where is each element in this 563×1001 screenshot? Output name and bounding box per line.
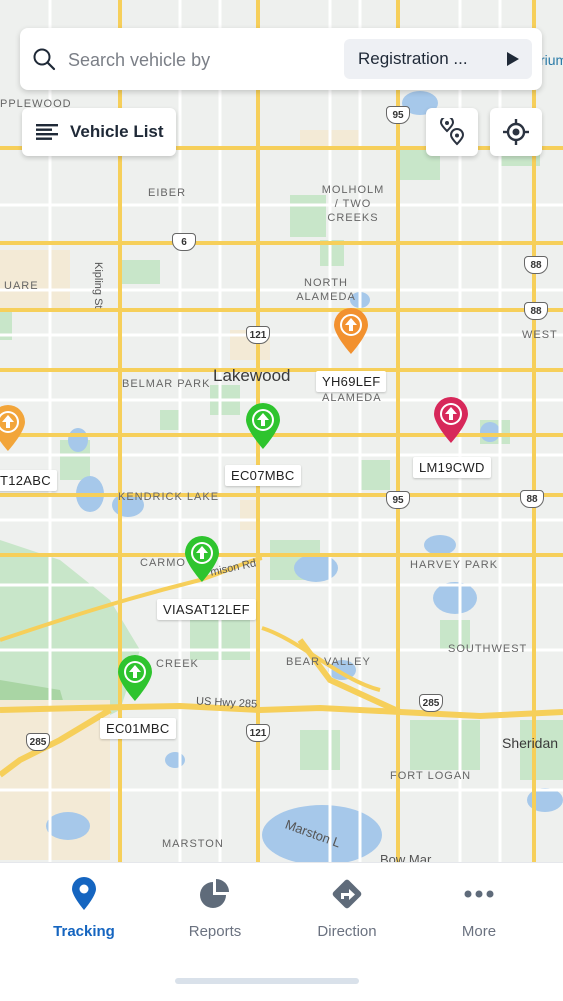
map-label: FORT LOGAN: [390, 770, 472, 782]
map-label: CREEK: [156, 658, 199, 670]
direction-sign-icon: [332, 879, 362, 909]
map-label: KENDRICK LAKE: [118, 491, 220, 503]
vehicle-plate-label[interactable]: T12ABC: [0, 470, 57, 491]
map-label: ALAMEDA: [322, 392, 382, 404]
crosshair-location-icon: [503, 119, 529, 145]
highway-shield: 121: [246, 326, 270, 344]
highway-shield: 121: [246, 724, 270, 742]
vehicle-list-label: Vehicle List: [70, 122, 164, 141]
search-input[interactable]: [66, 44, 310, 76]
nav-label: Reports: [188, 923, 242, 940]
pie-chart-icon: [200, 879, 229, 908]
map-label: UARE: [4, 280, 39, 292]
home-indicator: [175, 978, 359, 984]
vehicle-marker-moving[interactable]: [115, 654, 155, 702]
highway-shield: 6: [172, 233, 196, 251]
highway-shield: 88: [524, 256, 548, 274]
map-label: rium: [540, 52, 563, 68]
map-label: NORTH ALAMEDA: [296, 277, 356, 303]
map-label: WEST: [522, 329, 558, 341]
highway-shield: 285: [26, 733, 50, 751]
vehicle-plate-label[interactable]: EC07MBC: [225, 465, 301, 486]
search-filter-select[interactable]: Registration ...: [344, 39, 532, 79]
map-label: BELMAR PARK: [122, 378, 211, 390]
play-icon: [507, 52, 519, 66]
vehicle-list-button[interactable]: Vehicle List: [22, 108, 176, 156]
nav-tab-reports[interactable]: Reports: [165, 877, 265, 947]
highway-shield: 95: [386, 106, 410, 124]
my-location-button[interactable]: [490, 108, 542, 156]
nav-label: Tracking: [53, 923, 115, 940]
location-pin-icon: [72, 877, 96, 910]
vehicle-marker-moving[interactable]: [243, 402, 283, 450]
vehicle-plate-label[interactable]: LM19CWD: [413, 457, 491, 478]
search-filter-value: Registration ...: [358, 49, 468, 68]
map-label: MARSTON: [162, 838, 224, 850]
vehicle-marker-moving[interactable]: [182, 535, 222, 583]
route-points-button[interactable]: [426, 108, 478, 156]
nav-label: More: [461, 923, 497, 940]
nav-tab-direction[interactable]: Direction: [297, 877, 397, 947]
map-label: SOUTHWEST: [448, 643, 528, 655]
vehicle-plate-label[interactable]: VIASAT12LEF: [157, 599, 256, 620]
nav-label: Direction: [317, 923, 377, 940]
road-label: Kipling St: [92, 262, 104, 309]
city-label: Lakewood: [213, 366, 291, 385]
search-icon: [33, 48, 56, 71]
map-label: EIBER: [148, 187, 187, 199]
map-label: CARMO: [140, 557, 186, 569]
vehicle-marker-idle[interactable]: [0, 404, 28, 452]
highway-shield: 95: [386, 491, 410, 509]
map-label: MOLHOLM / TWO CREEKS: [321, 184, 385, 224]
highway-shield: 88: [524, 302, 548, 320]
map-label: Sheridan: [502, 735, 559, 751]
list-icon: [36, 124, 58, 140]
route-pins-icon: [439, 118, 465, 146]
more-dots-icon: [464, 890, 494, 898]
highway-shield: 285: [419, 694, 443, 712]
map-label: HARVEY PARK: [410, 559, 499, 571]
nav-tab-tracking[interactable]: Tracking: [34, 877, 134, 947]
vehicle-marker-idle[interactable]: [331, 307, 371, 355]
vehicle-plate-label[interactable]: EC01MBC: [100, 718, 176, 739]
highway-shield: 88: [520, 490, 544, 508]
search-bar: Registration ...: [20, 28, 542, 90]
vehicle-plate-label[interactable]: YH69LEF: [316, 371, 387, 392]
road-label: Bow Mar: [380, 852, 432, 862]
vehicle-marker-stopped[interactable]: [431, 396, 471, 444]
nav-tab-more[interactable]: More: [429, 877, 529, 947]
map-label: BEAR VALLEY: [286, 656, 371, 668]
